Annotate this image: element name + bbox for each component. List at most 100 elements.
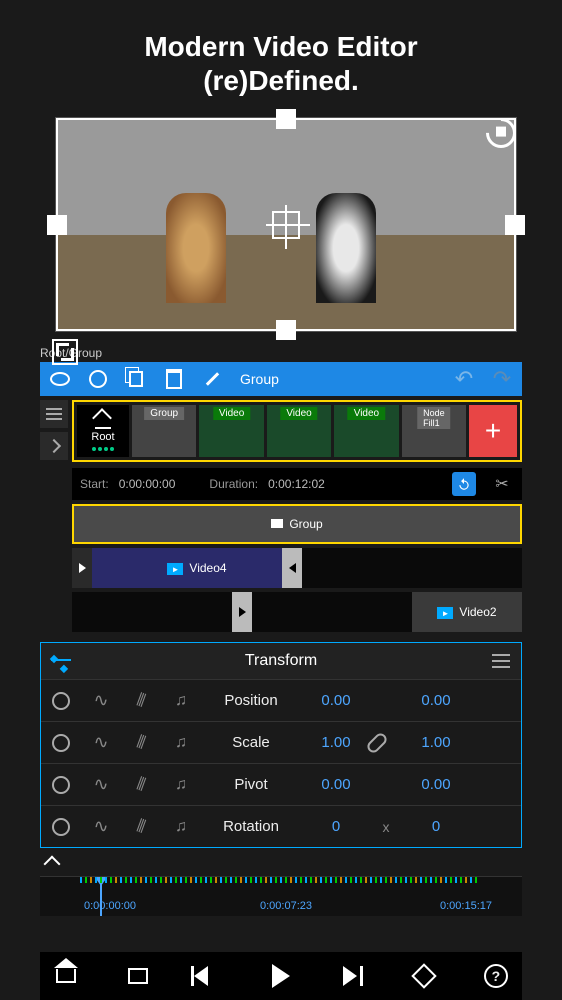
anchor-point-icon[interactable] [272, 211, 300, 239]
bottom-bar [40, 952, 522, 1000]
root-layer-button[interactable]: Root [77, 405, 129, 457]
layer-tile-label: Video [213, 407, 250, 420]
easing-icon[interactable] [137, 774, 145, 795]
expand-icon[interactable] [40, 432, 68, 460]
ruler-tick [420, 877, 422, 883]
video-clip[interactable]: Video4 [92, 548, 302, 588]
property-value-x[interactable]: 0 [301, 818, 371, 835]
property-value-x[interactable]: 0.00 [301, 776, 371, 793]
ruler-tick [320, 877, 322, 883]
layer-tile[interactable]: Node Fill1 [402, 405, 466, 457]
layer-tile[interactable]: Group [132, 405, 196, 457]
ruler-tick [460, 877, 462, 883]
property-value-x[interactable]: 0.00 [301, 692, 371, 709]
ruler-tick [195, 877, 197, 883]
ruler-tick [315, 877, 317, 883]
ruler-tick [165, 877, 167, 883]
audio-icon[interactable] [175, 692, 187, 710]
copy-icon[interactable] [126, 369, 146, 389]
link-icon[interactable] [371, 732, 401, 754]
resize-handle-left[interactable] [47, 215, 67, 235]
layer-tile[interactable]: Video [199, 405, 263, 457]
reset-icon[interactable] [452, 472, 476, 496]
ruler-tick [140, 877, 142, 883]
clip-label: Group [289, 517, 322, 531]
easing-icon[interactable] [137, 732, 145, 753]
audio-icon[interactable] [175, 818, 187, 836]
help-icon[interactable] [482, 962, 510, 990]
rotate-handle[interactable] [480, 112, 522, 154]
property-value-y[interactable]: 0.00 [401, 692, 471, 709]
redo-icon[interactable]: ↷ [492, 369, 512, 389]
graph-icon[interactable] [93, 690, 108, 711]
collapse-button[interactable] [40, 852, 522, 876]
property-label: Pivot [201, 776, 301, 793]
graph-icon[interactable] [93, 732, 108, 753]
play-icon[interactable] [267, 962, 295, 990]
clip-trim-right[interactable] [282, 548, 302, 588]
start-value[interactable]: 0:00:00:00 [119, 477, 176, 491]
track-expand-left[interactable] [72, 548, 92, 588]
mask-icon[interactable] [88, 369, 108, 389]
preview-canvas[interactable] [55, 117, 517, 332]
premium-icon[interactable] [410, 962, 438, 990]
home-icon[interactable] [52, 962, 80, 990]
property-value-y[interactable]: 1.00 [401, 734, 471, 751]
ruler-tick [360, 877, 362, 883]
delete-icon[interactable] [164, 369, 184, 389]
ruler-tick [450, 877, 452, 883]
transform-panel: Transform Position 0.00 0.00 Scale 1.00 … [40, 642, 522, 848]
property-value-y[interactable]: 0.00 [401, 776, 471, 793]
audio-icon[interactable] [175, 776, 187, 794]
layer-tile[interactable]: Video [334, 405, 398, 457]
video-clip[interactable]: Video2 [412, 592, 522, 632]
step-forward-icon[interactable] [339, 962, 367, 990]
property-value-y[interactable]: 0 [401, 818, 471, 835]
clip-trim-left[interactable] [232, 592, 252, 632]
ruler-tick [465, 877, 467, 883]
stopwatch-icon[interactable] [52, 776, 70, 794]
cut-icon[interactable]: ✂ [490, 472, 514, 496]
preview-area [55, 117, 517, 332]
time-ruler[interactable]: 0:00:00:00 0:00:07:23 0:00:15:17 [40, 876, 522, 916]
audio-icon[interactable] [175, 734, 187, 752]
stopwatch-icon[interactable] [52, 818, 70, 836]
ruler-tick [370, 877, 372, 883]
panel-toggle-icon[interactable] [40, 400, 68, 428]
ruler-tick [405, 877, 407, 883]
group-clip[interactable]: Group [72, 504, 522, 544]
comments-icon[interactable] [124, 962, 152, 990]
crop-icon[interactable] [52, 339, 78, 365]
ruler-tick [380, 877, 382, 883]
layer-tile-label: Video [280, 407, 317, 420]
resize-handle-right[interactable] [505, 215, 525, 235]
resize-handle-top[interactable] [276, 109, 296, 129]
duration-value[interactable]: 0:00:12:02 [268, 477, 325, 491]
ruler-tick [385, 877, 387, 883]
resize-handle-bottom[interactable] [276, 320, 296, 340]
stopwatch-icon[interactable] [52, 734, 70, 752]
easing-icon[interactable] [137, 816, 145, 837]
ruler-tick [290, 877, 292, 883]
ruler-tick [135, 877, 137, 883]
easing-icon[interactable] [137, 690, 145, 711]
layer-tile[interactable]: Video [267, 405, 331, 457]
ruler-tick [130, 877, 132, 883]
ruler-tick [200, 877, 202, 883]
keyframe-icon[interactable] [51, 651, 71, 671]
menu-icon[interactable] [491, 651, 511, 671]
graph-icon[interactable] [93, 774, 108, 795]
layer-toolbar: Group ↶ ↷ [40, 362, 522, 396]
visibility-icon[interactable] [50, 369, 70, 389]
graph-icon[interactable] [93, 816, 108, 837]
step-back-icon[interactable] [195, 962, 223, 990]
undo-icon[interactable]: ↶ [454, 369, 474, 389]
add-layer-button[interactable]: + [469, 405, 517, 457]
ruler-tick [365, 877, 367, 883]
property-value-x[interactable]: 1.00 [301, 734, 371, 751]
stopwatch-icon[interactable] [52, 692, 70, 710]
heading-line2: (re)Defined. [0, 64, 562, 98]
ruler-tick [440, 877, 442, 883]
ruler-tick [310, 877, 312, 883]
edit-icon[interactable] [202, 369, 222, 389]
